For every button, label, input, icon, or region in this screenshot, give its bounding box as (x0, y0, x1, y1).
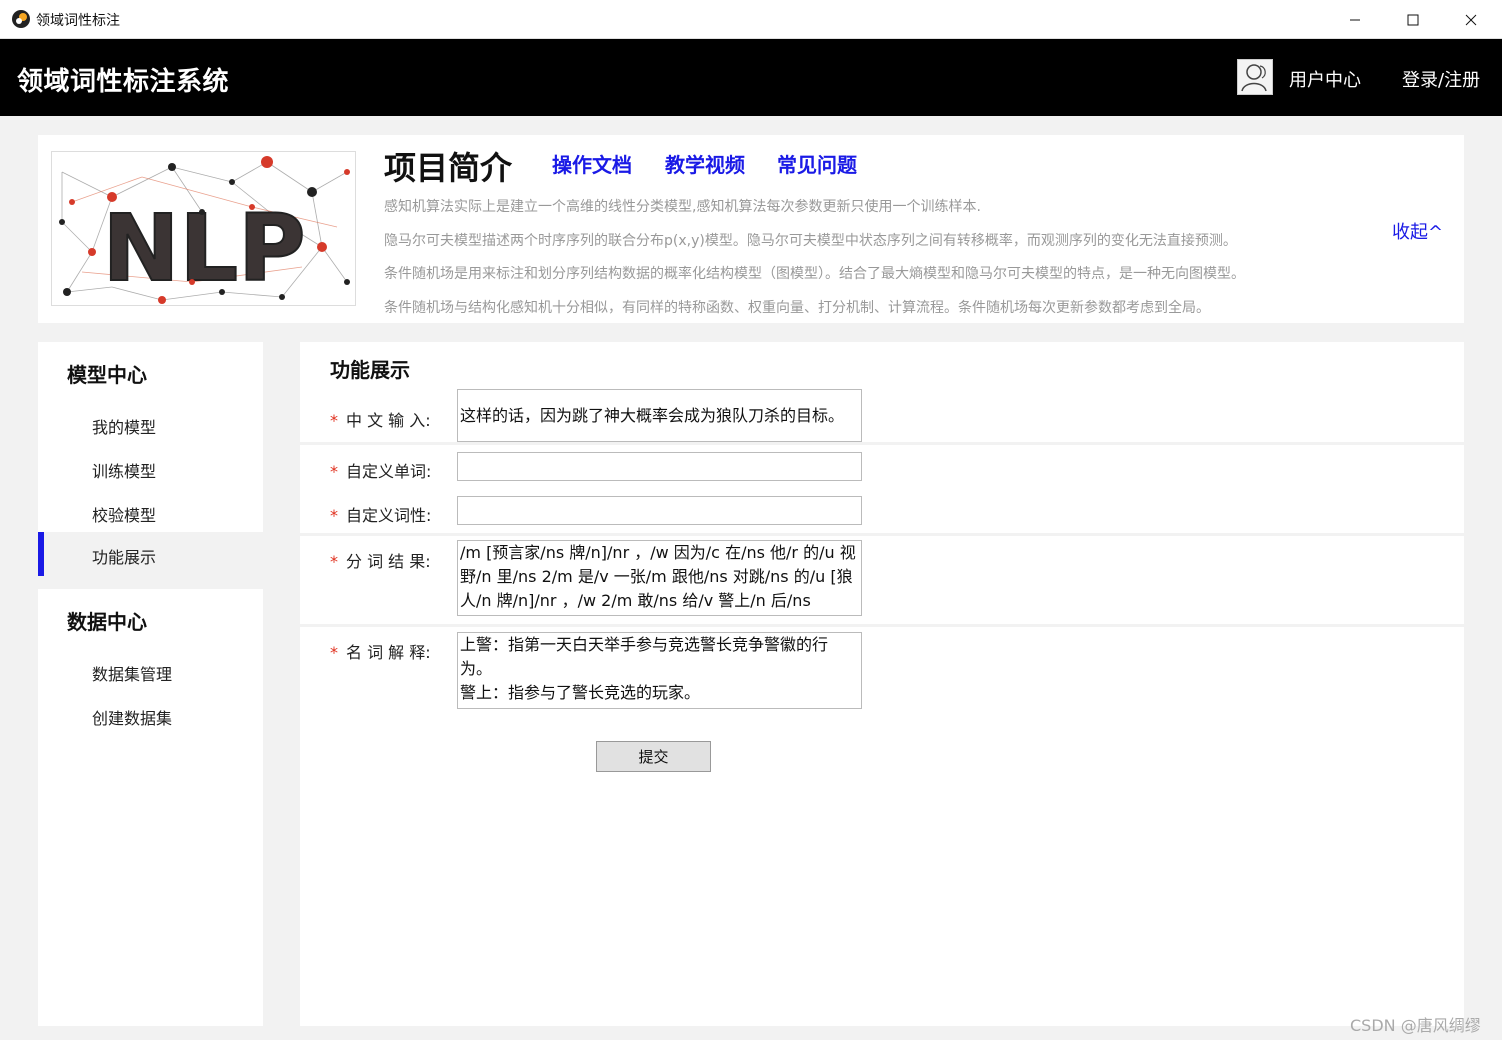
nlp-network-graphic: NLP (59, 156, 350, 304)
project-intro-panel: NLP 项目简介 操作文档 教学视频 常见问题 感知机算法实际上是建立一个高维的… (38, 135, 1464, 323)
model-center-section: 模型中心 我的模型 训练模型 校验模型 (38, 342, 263, 532)
sidebar-item-dataset-management[interactable]: 数据集管理 (92, 661, 172, 685)
custom-word-label: * 自定义单词: (330, 462, 432, 481)
segmentation-result-label: * 分 词 结 果: (330, 552, 431, 571)
app-icon (12, 10, 30, 28)
data-center-section: 数据中心 数据集管理 创建数据集 (38, 589, 263, 1026)
divider (300, 533, 1464, 536)
nlp-banner-image: NLP (51, 151, 356, 306)
user-center-link[interactable]: 用户中心 (1289, 66, 1361, 92)
minimize-button[interactable] (1326, 0, 1384, 39)
submit-button[interactable]: 提交 (596, 741, 711, 772)
collapse-toggle[interactable]: 收起^ (1392, 218, 1443, 244)
chinese-input-label: * 中 文 输 入: (330, 411, 431, 430)
tutorial-video-link[interactable]: 教学视频 (665, 149, 745, 178)
sidebar-item-my-models[interactable]: 我的模型 (92, 414, 156, 438)
user-avatar-icon[interactable] (1237, 59, 1273, 95)
chinese-input-field[interactable]: 这样的话，因为跳了神大概率会成为狼队刀杀的目标。 (457, 389, 862, 442)
sidebar-item-feature-demo[interactable]: 功能展示 (38, 532, 263, 576)
data-center-heading: 数据中心 (67, 610, 147, 634)
active-indicator (38, 532, 44, 576)
window-title: 领域词性标注 (36, 13, 120, 29)
docs-link[interactable]: 操作文档 (552, 149, 632, 178)
model-center-heading: 模型中心 (67, 363, 147, 387)
user-icon (1241, 64, 1267, 92)
maximize-icon (1407, 14, 1419, 25)
sidebar-item-create-dataset[interactable]: 创建数据集 (92, 705, 172, 729)
custom-pos-label: * 自定义词性: (330, 506, 432, 525)
sidebar-item-feature-demo-label: 功能展示 (92, 548, 157, 567)
term-explanation-label: * 名 词 解 释: (330, 643, 431, 662)
maximize-button[interactable] (1384, 0, 1442, 39)
intro-text-line: 隐马尔可夫模型描述两个时序序列的联合分布p(x,y)模型。隐马尔可夫模型中状态序… (384, 233, 1237, 249)
app-header: 领域词性标注系统 用户中心 登录/注册 (0, 39, 1502, 116)
custom-word-input[interactable] (457, 452, 862, 481)
intro-text-line: 条件随机场是用来标注和划分序列结构数据的概率化结构模型（图模型）。结合了最大熵模… (384, 266, 1245, 282)
sidebar-item-validate-model[interactable]: 校验模型 (92, 502, 156, 526)
intro-text-line: 条件随机场与结构化感知机十分相似，有同样的特称函数、权重向量、打分机制、计算流程… (384, 300, 1210, 316)
faq-link[interactable]: 常见问题 (777, 149, 857, 178)
login-register-link[interactable]: 登录/注册 (1402, 66, 1480, 92)
watermark: CSDN @唐风绸缪 (1350, 1016, 1481, 1035)
custom-pos-input[interactable] (457, 496, 862, 525)
minimize-icon (1350, 19, 1360, 20)
close-icon (1465, 14, 1477, 25)
sidebar-item-train-model[interactable]: 训练模型 (92, 458, 156, 482)
intro-text-line: 感知机算法实际上是建立一个高维的线性分类模型,感知机算法每次参数更新只使用一个训… (384, 199, 981, 215)
close-button[interactable] (1442, 0, 1500, 39)
segmentation-result-textarea[interactable]: /m [预言家/ns 牌/n]/nr ，/w 因为/c 在/ns 他/r 的/u… (457, 540, 862, 616)
intro-title: 项目简介 (384, 149, 513, 187)
window-titlebar: 领域词性标注 (0, 0, 1502, 39)
page-title: 功能展示 (330, 358, 410, 382)
divider (300, 624, 1464, 627)
brand-title: 领域词性标注系统 (17, 67, 230, 97)
term-explanation-textarea[interactable]: 上警：指第一天白天举手参与竞选警长竞争警徽的行为。 警上：指参与了警长竞选的玩家… (457, 632, 862, 709)
feature-demo-panel: 功能展示 * 中 文 输 入: 这样的话，因为跳了神大概率会成为狼队刀杀的目标。 … (300, 342, 1464, 1026)
divider (300, 442, 1464, 445)
